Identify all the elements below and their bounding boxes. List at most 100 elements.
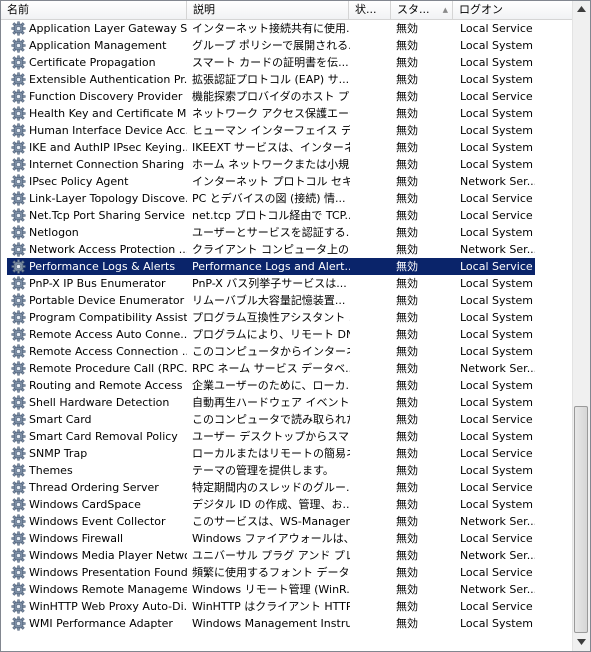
service-row[interactable]: Remote Access Connection ... このコンピュータからイン… [1,343,572,360]
service-row[interactable]: Health Key and Certificate M... ネットワーク アク… [1,105,572,122]
service-description: Windows ファイアウォールは、... [192,532,350,545]
gear-icon [11,310,26,325]
gear-icon [11,259,26,274]
row-content: Application Layer Gateway S... インターネット接続共… [7,20,535,37]
service-description: インターネット接続共有に使用... [192,22,350,35]
arrow-up-icon [577,6,586,12]
service-name: Smart Card [29,413,92,426]
sort-ascending-icon: ▲ [442,6,448,14]
service-description: スマート カードの証明書を伝... [192,56,349,69]
service-row[interactable]: WMI Performance Adapter Windows Managemen… [1,615,572,632]
row-content: WMI Performance Adapter Windows Managemen… [7,615,535,632]
service-startup-type: 無効 [396,124,418,137]
scroll-thumb[interactable] [574,406,588,633]
gear-icon [11,412,26,427]
service-row[interactable]: Themes テーマの管理を提供します。 無効 Local System [1,462,572,479]
service-row[interactable]: Certificate Propagation スマート カードの証明書を伝...… [1,54,572,71]
service-row[interactable]: Windows Event Collector このサービスは、WS-Manage… [1,513,572,530]
service-row[interactable]: Portable Device Enumerator ... リムーバブル大容量記… [1,292,572,309]
service-row[interactable]: Netlogon ユーザーとサービスを認証する... 無効 Local System [1,224,572,241]
service-row[interactable]: Windows Media Player Netwo... ユニバーサル プラグ … [1,547,572,564]
column-header-startup-type[interactable]: スタ... ▲ [391,1,453,19]
service-startup-type: 無効 [396,141,418,154]
service-name: Extensible Authentication Pr... [29,73,187,86]
service-row[interactable]: Extensible Authentication Pr... 拡張認証プロトコル… [1,71,572,88]
service-startup-type: 無効 [396,39,418,52]
row-content: Windows Remote Manageme... Windows リモート管理… [7,581,535,598]
vertical-scrollbar[interactable] [572,1,590,651]
service-name: PnP-X IP Bus Enumerator [29,277,166,290]
service-row[interactable]: PnP-X IP Bus Enumerator PnP-X バス列挙子サービスは.… [1,275,572,292]
scroll-down-button[interactable] [573,634,590,651]
service-logon: Local System [460,158,534,171]
service-name: IPsec Policy Agent [29,175,129,188]
service-row[interactable]: Remote Access Auto Conne... プログラムにより、リモート… [1,326,572,343]
service-status [354,598,390,615]
gear-icon [11,548,26,563]
service-description: 企業ユーザーのために、ローカ... [192,379,350,392]
service-row[interactable]: Link-Layer Topology Discove... PC とデバイスの図… [1,190,572,207]
service-startup-type: 無効 [396,515,418,528]
row-content: Smart Card このコンピュータで読み取られた... 無効 Local Serv… [7,411,535,428]
service-row[interactable]: Application Layer Gateway S... インターネット接続共… [1,20,572,37]
service-row[interactable]: Performance Logs & Alerts Performance Log… [1,258,572,275]
service-row[interactable]: Smart Card このコンピュータで読み取られた... 無効 Local Serv… [1,411,572,428]
service-logon: Local System [460,464,534,477]
service-startup-type: 無効 [396,498,418,511]
service-row[interactable]: WinHTTP Web Proxy Auto-Di... WinHTTP はクライ… [1,598,572,615]
service-row[interactable]: Function Discovery Provider ... 機能探索プロバイダ… [1,88,572,105]
service-row[interactable]: IPsec Policy Agent インターネット プロトコル セキュ... 無効… [1,173,572,190]
service-logon: Local System [460,73,534,86]
service-logon: Local System [460,124,534,137]
gear-icon [11,565,26,580]
service-logon: Local System [460,107,534,120]
row-content: Portable Device Enumerator ... リムーバブル大容量記… [7,292,535,309]
service-row[interactable]: Windows Presentation Found... 頻繁に使用するフォント… [1,564,572,581]
service-row[interactable]: IKE and AuthIP IPsec Keying... IKEEXT サービ… [1,139,572,156]
service-row[interactable]: Thread Ordering Server 特定期間内のスレッドのグルー... 無… [1,479,572,496]
gear-icon [11,123,26,138]
service-startup-type: 無効 [396,277,418,290]
service-row[interactable]: Windows Firewall Windows ファイアウォールは、... 無効 L… [1,530,572,547]
scroll-up-button[interactable] [573,1,590,18]
row-content: Application Management グループ ポリシーで展開される...… [7,37,535,54]
service-logon: Local System [460,294,534,307]
service-status [354,139,390,156]
row-content: SNMP Trap ローカルまたはリモートの簡易ネ... 無効 Local Servi… [7,445,535,462]
service-startup-type: 無効 [396,226,418,239]
column-header-status[interactable]: 状... [349,1,391,19]
service-status [354,224,390,241]
column-header-name[interactable]: 名前 [1,1,187,19]
service-row[interactable]: Smart Card Removal Policy ユーザー デスクトップからスマ… [1,428,572,445]
service-startup-type: 無効 [396,73,418,86]
service-startup-type: 無効 [396,362,418,375]
service-row[interactable]: Program Compatibility Assist... プログラム互換性ア… [1,309,572,326]
service-row[interactable]: Routing and Remote Access 企業ユーザーのために、ローカ.… [1,377,572,394]
row-content: Program Compatibility Assist... プログラム互換性ア… [7,309,535,326]
service-logon: Local System [460,379,534,392]
service-row[interactable]: Application Management グループ ポリシーで展開される...… [1,37,572,54]
service-name: Routing and Remote Access [29,379,183,392]
service-description: 機能探索プロバイダのホスト プ... [192,90,350,103]
service-row[interactable]: Shell Hardware Detection 自動再生ハードウェア イベント.… [1,394,572,411]
service-row[interactable]: Windows Remote Manageme... Windows リモート管理… [1,581,572,598]
service-row[interactable]: Network Access Protection ... クライアント コンピュ… [1,241,572,258]
service-row[interactable]: Net.Tcp Port Sharing Service net.tcp プロトコ… [1,207,572,224]
service-logon: Local System [460,311,534,324]
service-row[interactable]: Windows CardSpace デジタル ID の作成、管理、お... 無効 Lo… [1,496,572,513]
column-header-description[interactable]: 説明 [187,1,349,19]
service-startup-type: 無効 [396,328,418,341]
service-logon: Local Service [460,209,533,222]
column-header-logon[interactable]: ログオン [453,1,572,19]
service-name: WinHTTP Web Proxy Auto-Di... [29,600,187,613]
service-row[interactable]: SNMP Trap ローカルまたはリモートの簡易ネ... 無効 Local Servi… [1,445,572,462]
gear-icon [11,55,26,70]
service-row[interactable]: Internet Connection Sharing (... ホーム ネットワ… [1,156,572,173]
gear-icon [11,395,26,410]
service-name: Internet Connection Sharing (... [29,158,187,171]
service-row[interactable]: Human Interface Device Acc... ヒューマン インターフ… [1,122,572,139]
service-description: 特定期間内のスレッドのグルー... [192,481,350,494]
service-logon: Local Service [460,260,533,273]
row-content: Windows CardSpace デジタル ID の作成、管理、お... 無効 Lo… [7,496,535,513]
service-row[interactable]: Remote Procedure Call (RPC... RPC ネーム サービ… [1,360,572,377]
